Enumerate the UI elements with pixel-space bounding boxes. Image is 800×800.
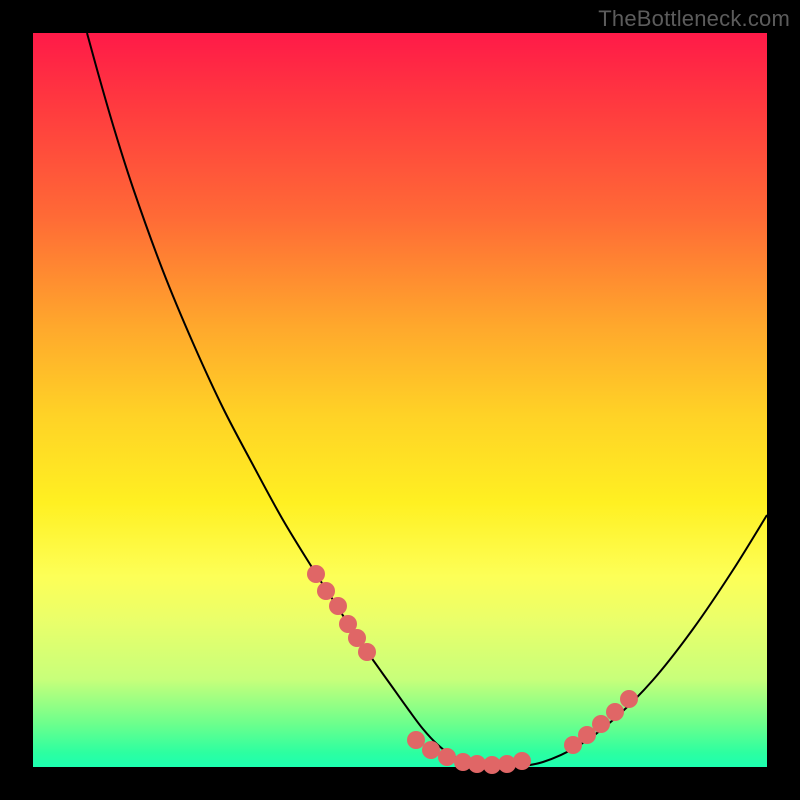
curve-markers — [307, 565, 638, 774]
marker-dot — [358, 643, 376, 661]
marker-dot — [407, 731, 425, 749]
marker-dot — [592, 715, 610, 733]
marker-dot — [422, 741, 440, 759]
marker-dot — [606, 703, 624, 721]
watermark-text: TheBottleneck.com — [598, 6, 790, 32]
marker-dot — [438, 748, 456, 766]
curve-layer — [33, 33, 767, 767]
marker-dot — [307, 565, 325, 583]
marker-dot — [317, 582, 335, 600]
marker-dot — [329, 597, 347, 615]
chart-frame: TheBottleneck.com — [0, 0, 800, 800]
marker-dot — [498, 755, 516, 773]
bottleneck-curve — [87, 33, 767, 767]
marker-dot — [578, 726, 596, 744]
marker-dot — [513, 752, 531, 770]
marker-dot — [620, 690, 638, 708]
